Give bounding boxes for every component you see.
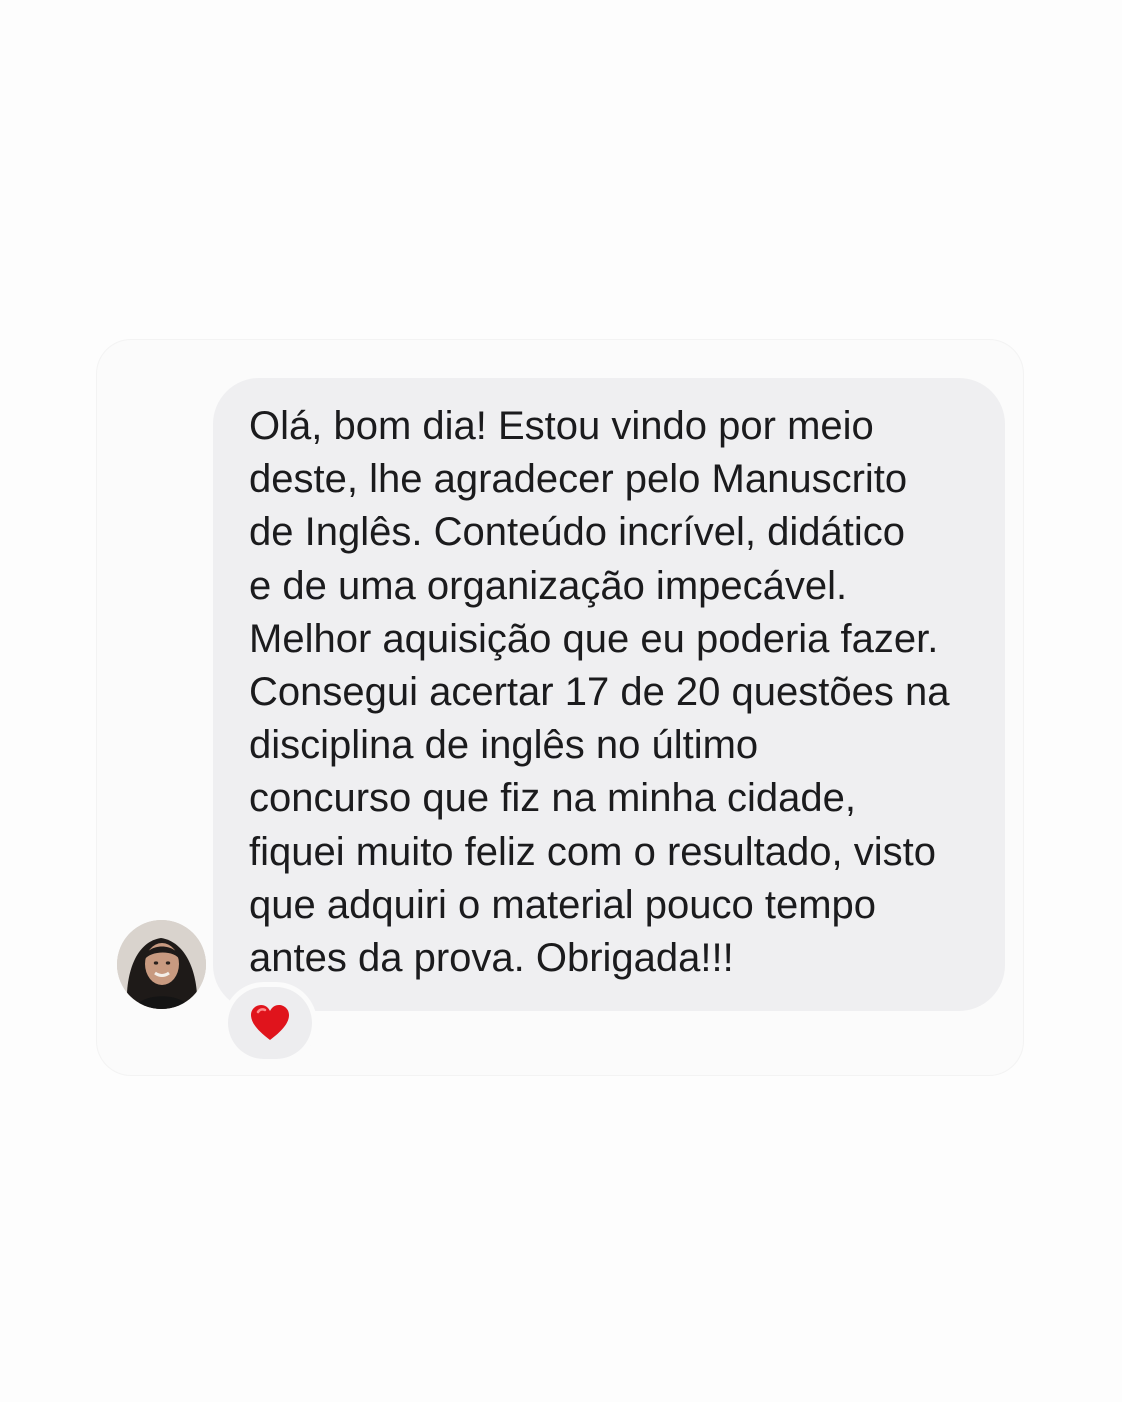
message-text: Olá, bom dia! Estou vindo por meio deste…	[249, 400, 989, 985]
message-bubble[interactable]: Olá, bom dia! Estou vindo por meio deste…	[213, 378, 1005, 1011]
message-line: que adquiri o material pouco tempo	[249, 882, 877, 927]
heart-reaction[interactable]	[228, 987, 312, 1059]
message-line: Consegui acertar 17 de 20 questões na	[249, 670, 950, 715]
message-line: Olá, bom dia! Estou vindo por meio	[249, 404, 874, 448]
sender-avatar[interactable]	[117, 920, 206, 1009]
message-line: fiquei muito feliz com o resultado, vist…	[249, 829, 936, 874]
avatar-photo	[117, 920, 206, 1009]
message-line: antes da prova. Obrigada!!!	[249, 936, 734, 981]
message-line: de Inglês. Conteúdo incrível, didático	[249, 510, 905, 555]
message-line: concurso que fiz na minha cidade,	[249, 776, 857, 821]
message-line: e de uma organização impecável.	[249, 563, 848, 608]
message-line: Melhor aquisição que eu poderia fazer.	[249, 616, 939, 661]
message-line: disciplina de inglês no último	[249, 723, 759, 768]
message-line: deste, lhe agradecer pelo Manuscrito	[249, 457, 908, 502]
red-heart-icon	[251, 1005, 289, 1040]
